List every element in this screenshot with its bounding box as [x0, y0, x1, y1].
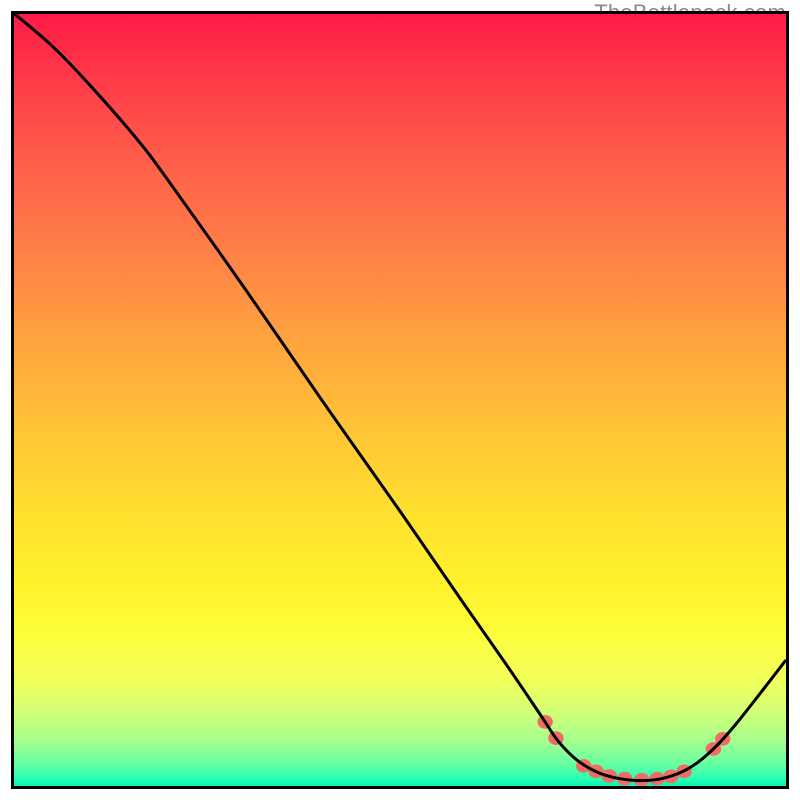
chart-stage: TheBottleneck.com: [0, 0, 800, 800]
curve-line: [15, 14, 785, 781]
plot-area: [11, 11, 789, 789]
chart-svg: [14, 14, 786, 786]
